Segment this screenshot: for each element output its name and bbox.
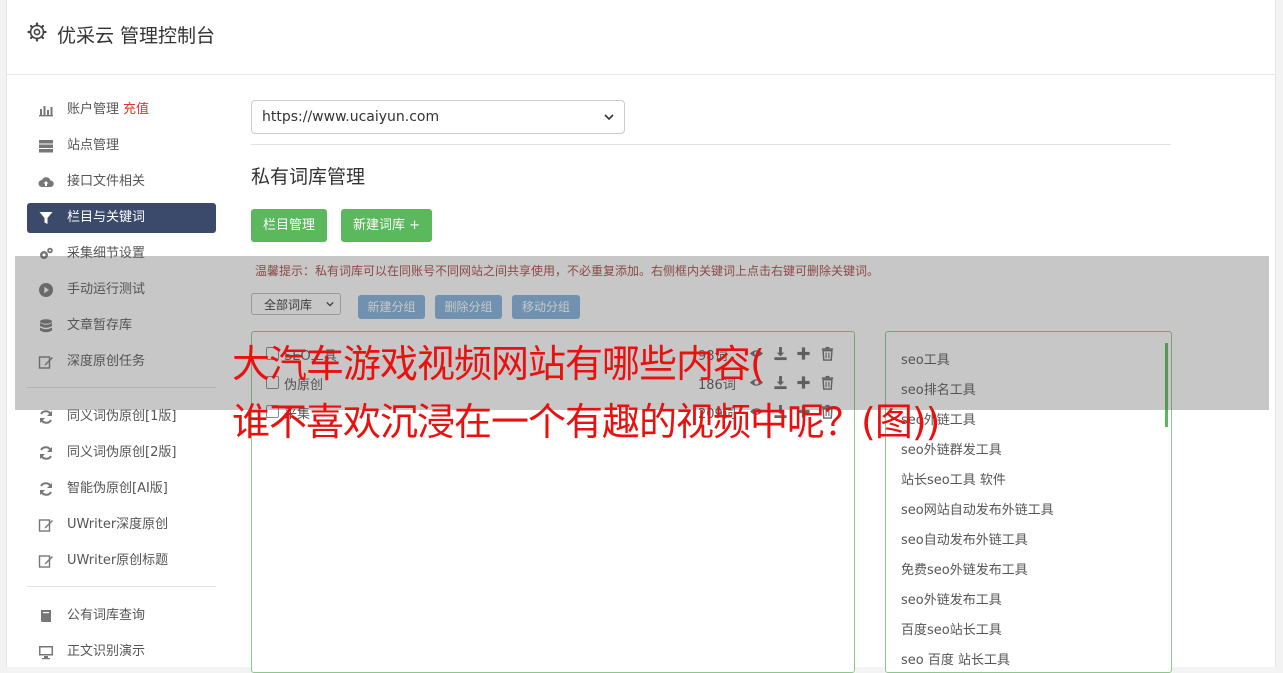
monitor-icon	[39, 646, 53, 660]
sidebar-item-label: 正文识别演示	[67, 644, 146, 659]
chevron-down-icon	[604, 114, 614, 121]
sidebar-item-columns-keywords[interactable]: 栏目与关键词	[27, 203, 216, 233]
column-manage-button[interactable]: 栏目管理	[251, 209, 327, 242]
sidebar-item-label: 栏目与关键词	[67, 210, 146, 225]
server-icon	[39, 140, 53, 153]
sidebar-item-label: UWriter深度原创	[67, 517, 169, 532]
overlay-headline-line2: 谁不喜欢沉浸在一个有趣的视频中呢？(图))	[232, 400, 940, 444]
section-divider	[251, 144, 1171, 145]
sidebar-item-sites[interactable]: 站点管理	[27, 131, 216, 161]
sidebar-item-label: 智能伪原创[AI版]	[67, 481, 168, 496]
sidebar-item-account[interactable]: 账户管理 充值	[27, 95, 216, 125]
keyword-item[interactable]: seo 百度 站长工具	[901, 649, 1010, 668]
new-lexicon-button[interactable]: 新建词库 +	[341, 209, 432, 242]
keyword-item[interactable]: 站长seo工具 软件	[901, 469, 1006, 488]
top-bar: 优采云 管理控制台	[7, 0, 1275, 75]
refresh-icon	[40, 446, 52, 460]
gear-icon	[27, 22, 47, 42]
site-select-value: https://www.ucaiyun.com	[262, 109, 440, 125]
app-title: 优采云 管理控制台	[57, 25, 216, 47]
overlay-headline-line1: 大汽车游戏视频网站有哪些内容(	[232, 342, 765, 386]
keyword-item[interactable]: seo自动发布外链工具	[901, 529, 1028, 548]
keyword-item[interactable]: 百度seo站长工具	[901, 619, 1002, 638]
refresh-icon	[40, 410, 52, 424]
refresh-icon	[40, 482, 52, 496]
sidebar-item-api-files[interactable]: 接口文件相关	[27, 167, 216, 197]
edit-icon	[38, 555, 53, 568]
sidebar-item-uwriter-title[interactable]: UWriter原创标题	[27, 546, 216, 576]
recharge-link[interactable]: 充值	[123, 102, 149, 117]
sidebar-item-text-recognition[interactable]: 正文识别演示	[27, 637, 216, 667]
sidebar-item-label: 账户管理	[67, 102, 120, 117]
filter-icon	[39, 212, 53, 224]
cloud-upload-icon	[38, 177, 54, 187]
sidebar-item-label: 接口文件相关	[67, 174, 146, 189]
keyword-item[interactable]: seo网站自动发布外链工具	[901, 499, 1054, 518]
page-title: 私有词库管理	[251, 166, 366, 188]
sidebar-item-public-lexicon[interactable]: 公有词库查询	[27, 601, 216, 631]
sidebar-item-label: UWriter原创标题	[67, 553, 169, 568]
sidebar-item-label: 公有词库查询	[67, 608, 146, 623]
sidebar-item-label: 同义词伪原创[2版]	[67, 445, 177, 460]
site-select[interactable]: https://www.ucaiyun.com	[251, 100, 625, 134]
keyword-item[interactable]: 免费seo外链发布工具	[901, 559, 1028, 578]
sidebar-item-ai-rewrite[interactable]: 智能伪原创[AI版]	[27, 474, 216, 504]
sidebar-item-label: 同义词伪原创[1版]	[67, 409, 177, 424]
sidebar-item-synonym-v2[interactable]: 同义词伪原创[2版]	[27, 438, 216, 468]
keyword-item[interactable]: seo外链发布工具	[901, 589, 1002, 608]
sidebar-item-label: 站点管理	[67, 138, 120, 153]
sidebar-item-uwriter-deep[interactable]: UWriter深度原创	[27, 510, 216, 540]
edit-icon	[38, 519, 53, 532]
sidebar-divider	[27, 586, 216, 587]
bar-chart-icon	[39, 106, 53, 117]
book-icon	[40, 610, 51, 622]
